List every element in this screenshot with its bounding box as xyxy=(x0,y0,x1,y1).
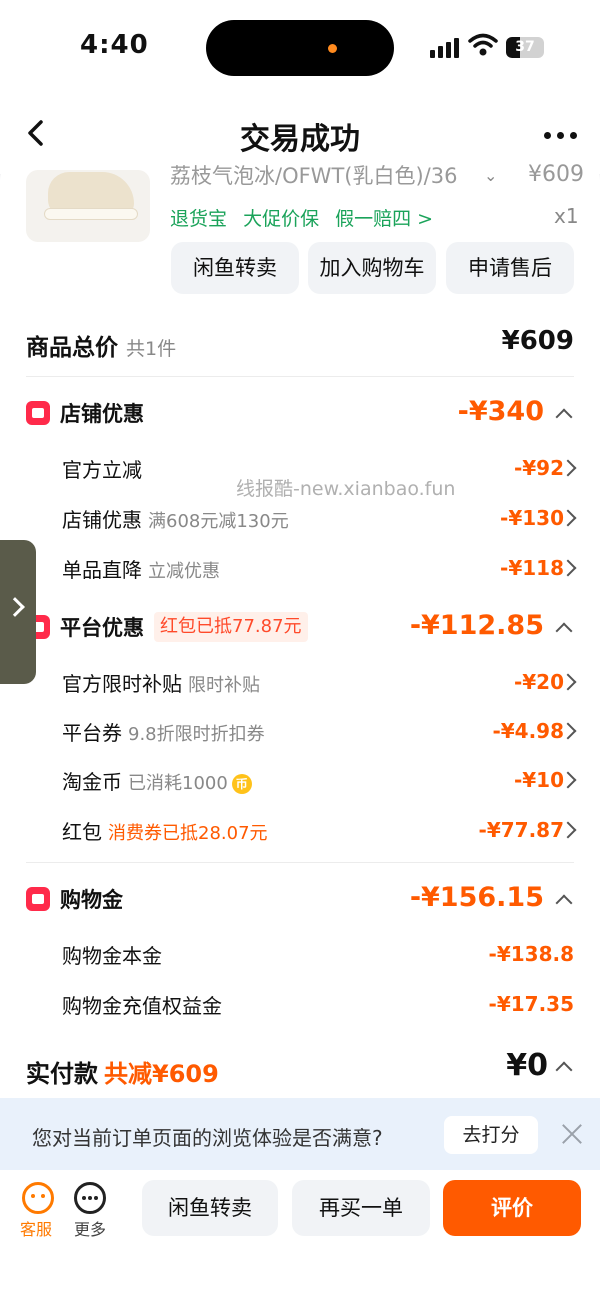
item-markdown-amount: -¥118 xyxy=(500,556,564,580)
status-time: 4:40 xyxy=(80,30,149,60)
shopping-gold-icon xyxy=(26,887,50,911)
chevron-up-icon[interactable] xyxy=(555,622,573,640)
platform-coupon-amount: -¥4.98 xyxy=(492,719,564,743)
chevron-up-icon[interactable] xyxy=(555,408,573,426)
resell-button[interactable]: 闲鱼转卖 xyxy=(171,242,299,294)
gold-bonus-label: 购物金充值权益金 xyxy=(62,994,222,1018)
red-packet-amount: -¥77.87 xyxy=(478,818,564,842)
review-button[interactable]: 评价 xyxy=(443,1180,581,1236)
total-price-text: 商品总价 xyxy=(26,335,118,361)
divider xyxy=(26,862,574,863)
status-bar: 4:40 37 xyxy=(0,0,600,96)
add-to-cart-button[interactable]: 加入购物车 xyxy=(308,242,436,294)
service-tag-price-protect: 大促价保 xyxy=(243,208,320,230)
paid-amount[interactable]: ¥0 xyxy=(506,1048,548,1083)
survey-question: 您对当前订单页面的浏览体验是否满意? xyxy=(32,1126,383,1150)
service-tag-return: 退货宝 xyxy=(170,208,228,230)
watermark: 线报酷-new.xianbao.fun xyxy=(236,478,456,500)
total-price-label: 商品总价 共1件 xyxy=(26,328,176,362)
product-thumbnail[interactable] xyxy=(26,170,150,242)
red-packet-label[interactable]: 红包 消费券已抵28.07元 xyxy=(62,816,268,845)
rebuy-button[interactable]: 再买一单 xyxy=(292,1180,430,1236)
product-quantity: x1 xyxy=(554,204,579,228)
platform-discount-amount[interactable]: -¥112.85 xyxy=(410,610,544,641)
paid-label: 实付款 共减¥609 xyxy=(26,1054,219,1089)
more-options-icon[interactable] xyxy=(544,132,578,140)
battery-percent: 37 xyxy=(515,39,535,55)
after-sales-button[interactable]: 申请售后 xyxy=(446,242,574,294)
resell-bottom-button[interactable]: 闲鱼转卖 xyxy=(142,1180,278,1236)
product-price: ¥609 xyxy=(528,162,584,187)
platform-coupon-label[interactable]: 平台券 9.8折限时折扣券 xyxy=(62,717,265,746)
customer-service-icon[interactable] xyxy=(22,1182,54,1214)
shoe-sole xyxy=(44,208,138,220)
divider xyxy=(26,376,574,377)
coin-icon: 币 xyxy=(231,773,252,794)
chevron-down-icon[interactable]: ⌄ xyxy=(484,166,497,185)
close-icon[interactable] xyxy=(560,1122,584,1146)
official-reduction-amount: -¥92 xyxy=(513,456,564,480)
gold-bonus-amount: -¥17.35 xyxy=(488,992,574,1016)
official-reduction-label[interactable]: 官方立减 xyxy=(62,454,142,483)
recording-dot-icon xyxy=(328,44,337,53)
paid-saved: 共减¥609 xyxy=(104,1060,219,1088)
service-tags[interactable]: 退货宝 大促价保 假一赔四 > xyxy=(170,204,443,231)
shopping-gold-label[interactable]: 购物金 xyxy=(60,884,123,914)
bottom-action-bar: 客服 更多 闲鱼转卖 再买一单 评价 xyxy=(0,1170,600,1304)
gold-principal-label: 购物金本金 xyxy=(62,944,162,968)
red-packet-tag: 红包已抵77.87元 xyxy=(154,612,308,642)
product-name[interactable]: 荔枝气泡冰/OFWT(乳白色)/36 xyxy=(170,160,470,190)
store-icon xyxy=(26,401,50,425)
side-float-tab[interactable] xyxy=(0,540,36,684)
store-discount-label[interactable]: 店铺优惠 xyxy=(60,398,144,428)
total-price-value: ¥609 xyxy=(501,326,574,356)
service-tag-authentic: 假一赔四 > xyxy=(335,208,434,230)
item-count: 共1件 xyxy=(126,338,177,360)
shopping-gold-amount[interactable]: -¥156.15 xyxy=(410,882,544,913)
item-markdown-label[interactable]: 单品直降 立减优惠 xyxy=(62,554,220,583)
subsidy-amount: -¥20 xyxy=(513,670,564,694)
more-icon[interactable] xyxy=(74,1182,106,1214)
chevron-right-icon xyxy=(5,597,25,617)
taojin-coin-label[interactable]: 淘金币 已消耗1000 币 xyxy=(62,766,252,795)
survey-banner: 您对当前订单页面的浏览体验是否满意? 去打分 xyxy=(0,1098,600,1170)
chevron-up-icon[interactable] xyxy=(555,894,573,912)
subsidy-label[interactable]: 官方限时补贴 限时补贴 xyxy=(62,668,260,697)
customer-service-label[interactable]: 客服 xyxy=(20,1216,52,1240)
platform-discount-label[interactable]: 平台优惠 xyxy=(60,612,144,642)
store-discount-amount[interactable]: -¥340 xyxy=(458,396,544,427)
more-label[interactable]: 更多 xyxy=(74,1216,106,1240)
order-detail-card: 荔枝气泡冰/OFWT(乳白色)/36 ⌄ ¥609 退货宝 大促价保 假一赔四 … xyxy=(0,160,600,1100)
dynamic-island xyxy=(206,20,394,76)
page-title: 交易成功 xyxy=(240,122,360,157)
wifi-icon xyxy=(468,33,498,56)
paid-text: 实付款 xyxy=(26,1060,98,1088)
taojin-coin-amount: -¥10 xyxy=(513,768,564,792)
store-coupon-label[interactable]: 店铺优惠 满608元减130元 xyxy=(62,504,289,533)
battery-icon: 37 xyxy=(506,37,544,58)
store-coupon-amount: -¥130 xyxy=(500,506,564,530)
gold-principal-amount: -¥138.8 xyxy=(488,942,574,966)
cellular-signal-icon xyxy=(430,38,460,58)
rate-button[interactable]: 去打分 xyxy=(444,1116,538,1154)
